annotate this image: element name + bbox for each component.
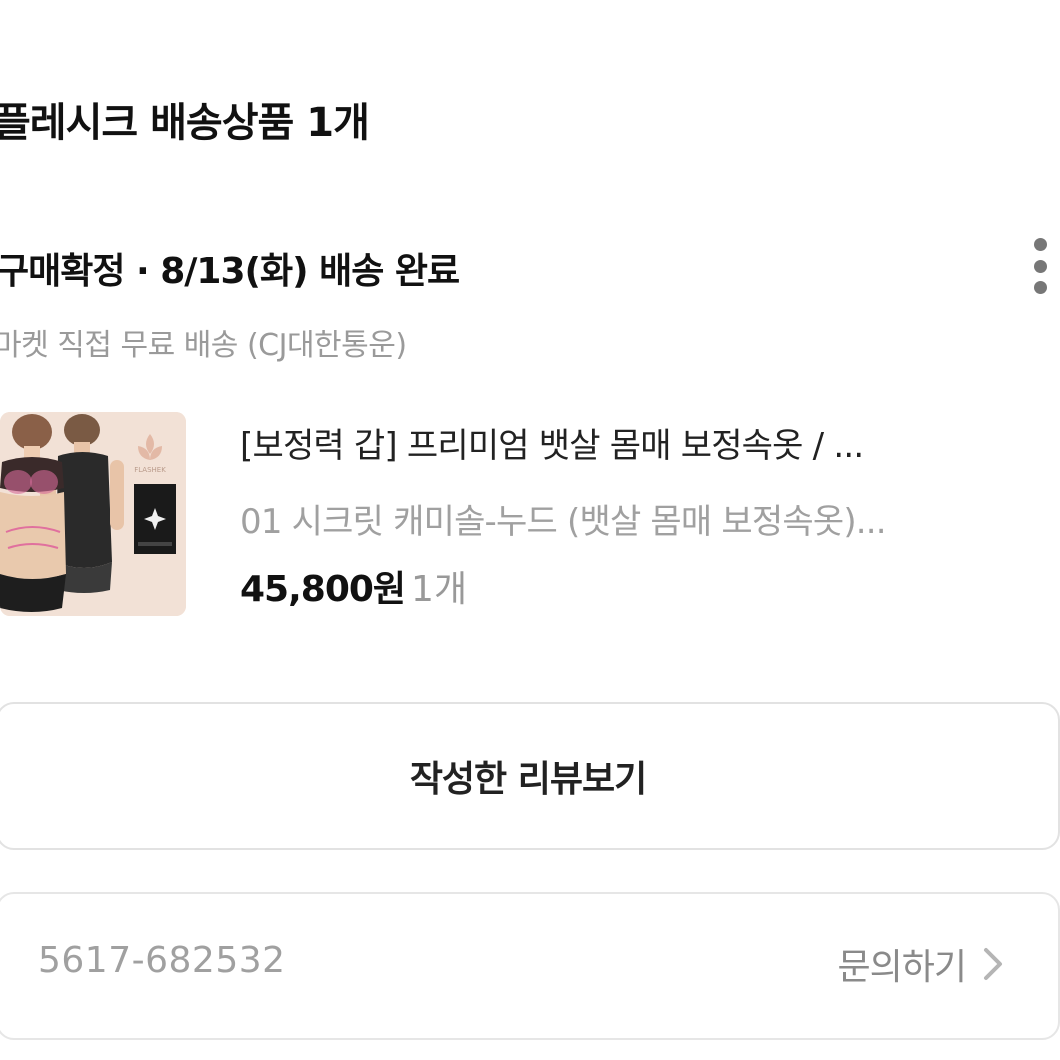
order-info-box: 5617-682532 문의하기 bbox=[0, 892, 1060, 1040]
inquiry-link[interactable]: 문의하기 bbox=[838, 938, 1008, 990]
more-vertical-icon-dot bbox=[1033, 259, 1047, 273]
seller-shipment-title: 플레시크 배송상품 1개 bbox=[0, 100, 370, 146]
order-detail-page: 플레시크 배송상품 1개 구매확정 · 8/13(화) 배송 완료 마켓 직접 … bbox=[0, 0, 1060, 1060]
chevron-right-icon bbox=[984, 948, 1002, 980]
thumbnail-brand-text: FLASHEK bbox=[134, 466, 166, 474]
product-quantity: 1개 bbox=[411, 569, 468, 610]
more-menu-button[interactable] bbox=[1024, 238, 1056, 294]
product-option: 01 시크릿 캐미솔-누드 (뱃살 몸매 보정속옷)... bbox=[240, 502, 887, 542]
more-vertical-icon-dot bbox=[1033, 238, 1047, 251]
order-number: 5617-682532 bbox=[38, 940, 286, 981]
inquiry-label: 문의하기 bbox=[837, 947, 967, 988]
product-image: FLASHEK bbox=[0, 412, 186, 616]
view-review-button[interactable]: 작성한 리뷰보기 bbox=[0, 702, 1060, 850]
more-vertical-icon-dot bbox=[1033, 281, 1047, 294]
order-status: 구매확정 · 8/13(화) 배송 완료 bbox=[0, 251, 460, 292]
product-name[interactable]: [보정력 갑] 프리미엄 뱃살 몸매 보정속옷 / ... bbox=[240, 418, 1000, 467]
product-thumbnail[interactable]: FLASHEK bbox=[0, 412, 186, 616]
price-line: 45,800원 1개 bbox=[240, 560, 467, 612]
product-price: 45,800원 bbox=[240, 569, 406, 610]
delivery-info: 마켓 직접 무료 배송 (CJ대한통운) bbox=[0, 328, 407, 363]
